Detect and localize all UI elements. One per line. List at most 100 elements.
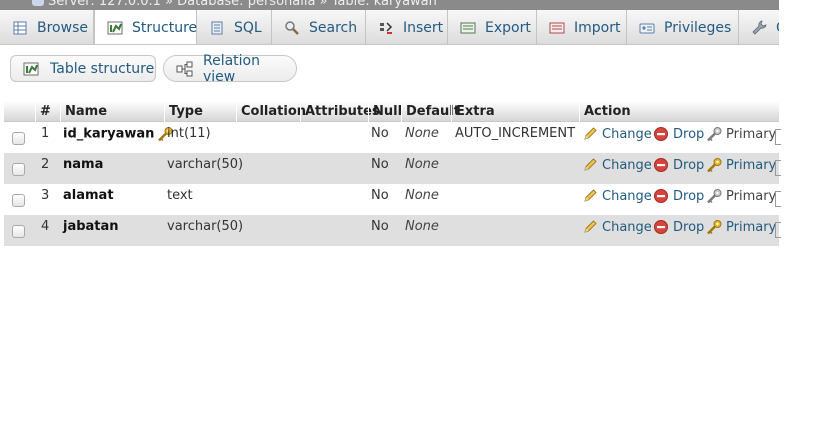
change-link[interactable]: Change: [582, 188, 652, 204]
change-label: Change: [602, 188, 652, 204]
row-checkbox[interactable]: [12, 132, 25, 145]
tab-browse[interactable]: Browse: [0, 10, 94, 44]
table-structure-label: Table structure: [50, 60, 155, 77]
change-link[interactable]: Change: [582, 126, 652, 142]
primary-label: Primary: [726, 126, 777, 142]
column-type: varchar(50): [167, 219, 244, 234]
table-structure-button[interactable]: Table structure: [10, 55, 156, 82]
drop-link[interactable]: Drop: [653, 157, 704, 173]
key-icon-disabled: [706, 188, 722, 204]
pencil-icon: [582, 188, 598, 204]
change-link[interactable]: Change: [582, 219, 652, 235]
primary-label: Primary: [726, 188, 777, 204]
change-label: Change: [602, 126, 652, 142]
breadcrumb: Server: 127.0.0.1 » Database: personalia…: [48, 0, 437, 9]
row-checkbox[interactable]: [12, 194, 25, 207]
pencil-icon: [582, 219, 598, 235]
row-checkbox[interactable]: [12, 163, 25, 176]
row-number: 2: [41, 157, 50, 172]
tab-export[interactable]: Export: [448, 10, 537, 44]
tab-insert[interactable]: Insert: [366, 10, 448, 44]
header-action: Action: [579, 101, 779, 122]
tab-privileges-label: Privileges: [664, 19, 732, 36]
insert-icon: [378, 20, 394, 36]
tab-insert-label: Insert: [403, 19, 444, 36]
column-type: int(11): [167, 126, 211, 141]
column-type: varchar(50): [167, 157, 244, 172]
row-checkbox[interactable]: [12, 225, 25, 238]
key-icon: [706, 219, 722, 235]
tab-search-label: Search: [309, 19, 358, 36]
tab-privileges[interactable]: Privileges: [627, 10, 739, 44]
header-extra[interactable]: Extra: [451, 101, 579, 122]
drop-label: Drop: [673, 219, 705, 235]
column-default: None: [405, 219, 439, 234]
more-actions-icon[interactable]: [775, 191, 781, 207]
column-extra: AUTO_INCREMENT: [455, 126, 576, 141]
structure-icon: [23, 61, 40, 77]
change-link[interactable]: Change: [582, 157, 652, 173]
row-number: 1: [41, 126, 50, 141]
server-icon: [32, 0, 44, 6]
primary-label: Primary: [726, 157, 777, 173]
import-icon: [549, 20, 565, 36]
pencil-icon: [582, 157, 598, 173]
header-type[interactable]: Type: [164, 101, 236, 122]
drop-icon: [653, 126, 669, 142]
column-default: None: [405, 188, 439, 203]
column-null: No: [371, 126, 389, 141]
primary-link[interactable]: Primary: [706, 126, 776, 142]
structure-icon: [107, 20, 123, 36]
tab-sql[interactable]: SQL: [197, 10, 272, 44]
sql-icon: [209, 20, 225, 36]
header-null[interactable]: Null: [368, 101, 402, 122]
drop-label: Drop: [673, 157, 705, 173]
relation-view-button[interactable]: Relation view: [163, 53, 297, 85]
tab-search[interactable]: Search: [272, 10, 366, 44]
relation-icon: [176, 61, 193, 77]
header-collation[interactable]: Collation: [236, 101, 306, 122]
column-name: jabatan: [63, 219, 119, 234]
row-number: 3: [41, 188, 50, 203]
table-row: 4 jabatan varchar(50) No None Change Dro…: [4, 215, 781, 246]
pencil-icon: [582, 126, 598, 142]
more-actions-icon[interactable]: [775, 222, 781, 238]
row-number: 4: [41, 219, 50, 234]
change-label: Change: [602, 219, 652, 235]
table-row: 2 nama varchar(50) No None Change Drop P…: [4, 153, 781, 184]
table-row: 3 alamat text No None Change Drop Primar…: [4, 184, 781, 215]
table-header: # Name Type Collation Attributes Null De…: [4, 101, 779, 122]
drop-label: Drop: [673, 126, 705, 142]
primary-link[interactable]: Primary: [706, 188, 776, 204]
column-default: None: [405, 157, 439, 172]
drop-icon: [653, 188, 669, 204]
tab-import-label: Import: [574, 19, 621, 36]
more-actions-icon[interactable]: [775, 129, 781, 145]
tab-operations-label: O: [776, 20, 779, 36]
more-actions-icon[interactable]: [775, 160, 781, 176]
tab-import[interactable]: Import: [537, 10, 627, 44]
column-default: None: [405, 126, 439, 141]
primary-label: Primary: [726, 219, 777, 235]
tab-export-label: Export: [485, 19, 531, 36]
tab-sql-label: SQL: [234, 19, 262, 36]
wrench-icon: [751, 19, 767, 36]
tab-operations[interactable]: O: [739, 10, 779, 44]
drop-link[interactable]: Drop: [653, 126, 704, 142]
header-checkbox-col: [4, 101, 35, 122]
header-default[interactable]: Default: [401, 101, 460, 122]
tab-bar: Browse Structure SQL Search Insert Expor…: [0, 10, 779, 45]
header-name[interactable]: Name: [60, 101, 164, 122]
change-label: Change: [602, 157, 652, 173]
tab-structure[interactable]: Structure: [94, 10, 198, 44]
column-name: alamat: [63, 188, 114, 203]
drop-link[interactable]: Drop: [653, 188, 704, 204]
drop-link[interactable]: Drop: [653, 219, 704, 235]
privileges-icon: [639, 20, 655, 36]
tab-structure-label: Structure: [132, 20, 198, 36]
primary-link[interactable]: Primary: [706, 219, 776, 235]
primary-link[interactable]: Primary: [706, 157, 776, 173]
drop-label: Drop: [673, 188, 705, 204]
header-attributes[interactable]: Attributes: [300, 101, 380, 122]
drop-icon: [653, 157, 669, 173]
